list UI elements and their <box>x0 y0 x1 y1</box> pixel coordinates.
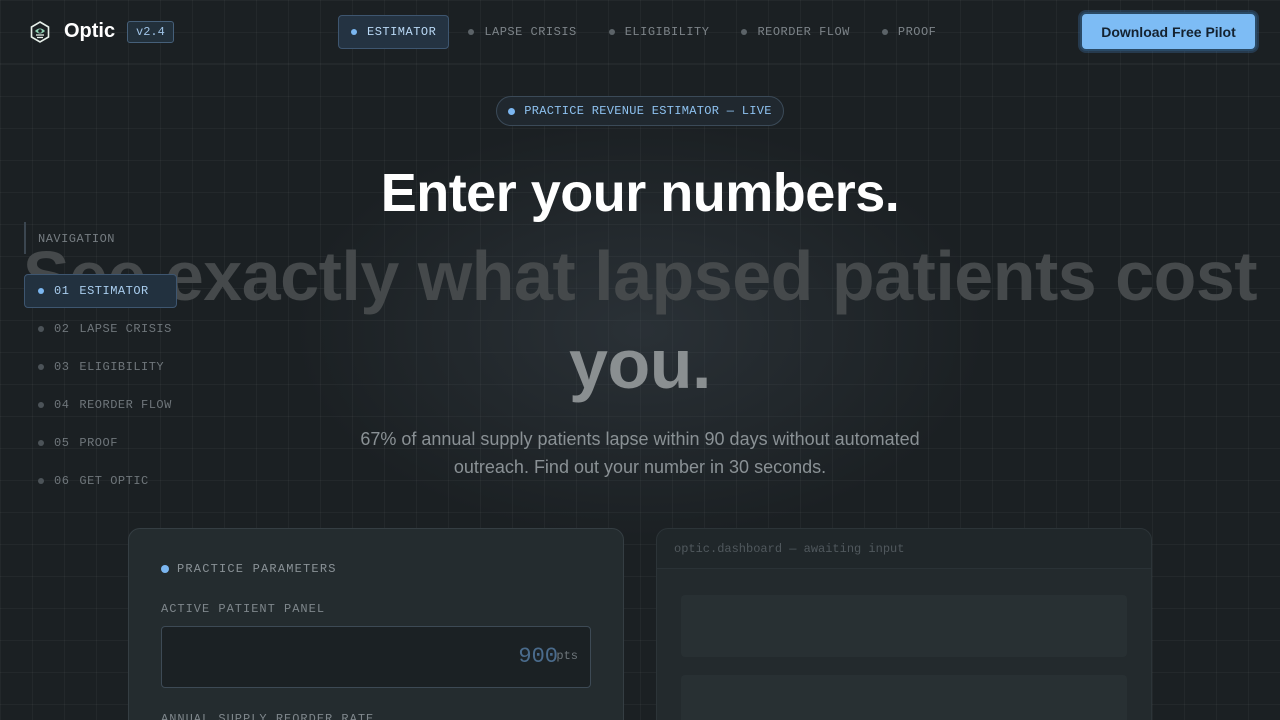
dot-icon <box>608 29 615 35</box>
sidebar-item-proof[interactable]: 05 PROOF <box>24 426 177 460</box>
dashboard-body <box>657 569 1151 720</box>
sidebar-item-number: 01 <box>54 284 70 298</box>
top-nav-reorder-flow[interactable]: REORDER FLOW <box>728 15 862 49</box>
hero-description: 67% of annual supply patients lapse with… <box>360 429 920 477</box>
optic-logo-icon[interactable] <box>28 20 52 44</box>
brand-name[interactable]: Optic <box>64 20 115 43</box>
practice-parameters-card: PRACTICE PARAMETERS ACTIVE PATIENT PANEL… <box>128 528 624 720</box>
sidebar-item-label: ELIGIBILITY <box>79 360 165 374</box>
sidebar-item-label: PROOF <box>79 436 118 450</box>
top-nav-label: ELIGIBILITY <box>624 25 710 39</box>
sidebar-item-label: LAPSE CRISIS <box>79 322 172 336</box>
sidebar-item-label: GET OPTIC <box>79 474 149 488</box>
dot-icon <box>881 29 888 35</box>
dot-icon <box>38 478 44 484</box>
sidebar-item-number: 04 <box>54 398 70 412</box>
dashboard-preview-card: optic.dashboard — awaiting input <box>656 528 1152 720</box>
patient-panel-unit: pts <box>556 649 578 663</box>
side-nav-links: 01 ESTIMATOR 02 LAPSE CRISIS 03 ELIGIBIL… <box>24 274 180 498</box>
sidebar-item-estimator[interactable]: 01 ESTIMATOR <box>24 274 177 308</box>
sidebar-item-eligibility[interactable]: 03 ELIGIBILITY <box>24 350 177 384</box>
patient-panel-value[interactable]: 900 <box>518 644 558 669</box>
top-nav-label: REORDER FLOW <box>757 25 850 39</box>
skeleton-placeholder <box>681 675 1127 720</box>
sidebar-item-number: 03 <box>54 360 70 374</box>
card-title-label: PRACTICE PARAMETERS <box>177 562 337 576</box>
top-nav-lapse-crisis[interactable]: LAPSE CRISIS <box>455 15 589 49</box>
subheadline-main: See exactly what lapsed patients cost <box>22 237 1258 315</box>
download-pilot-button[interactable]: Download Free Pilot <box>1080 12 1257 51</box>
top-nav-label: LAPSE CRISIS <box>484 25 577 39</box>
active-dot-icon <box>38 288 44 294</box>
side-navigation: NAVIGATION 01 ESTIMATOR 02 LAPSE CRISIS … <box>24 222 180 502</box>
dot-icon <box>741 29 748 35</box>
sidebar-item-get-optic[interactable]: 06 GET OPTIC <box>24 464 177 498</box>
sidebar-item-lapse-crisis[interactable]: 02 LAPSE CRISIS <box>24 312 177 346</box>
active-dot-icon <box>351 29 357 35</box>
sidebar-item-reorder-flow[interactable]: 04 REORDER FLOW <box>24 388 177 422</box>
dashboard-titlebar: optic.dashboard — awaiting input <box>657 529 1151 569</box>
top-nav: ESTIMATOR LAPSE CRISIS ELIGIBILITY REORD… <box>338 15 955 49</box>
card-title: PRACTICE PARAMETERS <box>161 562 337 576</box>
estimator-status-pill: PRACTICE REVENUE ESTIMATOR — LIVE <box>496 96 784 126</box>
dot-icon <box>38 326 44 332</box>
version-badge: v2.4 <box>127 21 174 43</box>
hero-subheadline: See exactly what lapsed patients cost yo… <box>0 232 1280 408</box>
reorder-rate-label: ANNUAL SUPPLY REORDER RATE <box>161 712 375 720</box>
dot-icon <box>468 29 475 35</box>
dot-icon <box>38 402 44 408</box>
sidebar-item-number: 02 <box>54 322 70 336</box>
top-bar: Optic v2.4 ESTIMATOR LAPSE CRISIS ELIGIB… <box>0 0 1280 64</box>
patient-panel-input[interactable]: 900 pts <box>161 626 591 688</box>
sidebar-item-label: ESTIMATOR <box>79 284 149 298</box>
dot-icon <box>38 364 44 370</box>
skeleton-placeholder <box>681 595 1127 657</box>
top-nav-label: PROOF <box>897 25 937 39</box>
top-nav-estimator[interactable]: ESTIMATOR <box>338 15 450 49</box>
hero-headline: Enter your numbers. <box>380 163 900 223</box>
side-nav-heading: NAVIGATION <box>24 222 180 254</box>
sidebar-item-number: 06 <box>54 474 70 488</box>
pill-label: PRACTICE REVENUE ESTIMATOR — LIVE <box>524 104 772 118</box>
top-nav-label: ESTIMATOR <box>367 25 437 39</box>
live-dot-icon <box>508 107 516 115</box>
status-dot-icon <box>161 565 169 573</box>
sidebar-item-number: 05 <box>54 436 70 450</box>
dot-icon <box>38 440 44 446</box>
subheadline-highlight: you. <box>569 325 711 403</box>
patient-panel-label: ACTIVE PATIENT PANEL <box>161 602 326 616</box>
top-nav-eligibility[interactable]: ELIGIBILITY <box>596 15 723 49</box>
top-nav-proof[interactable]: PROOF <box>869 15 950 49</box>
sidebar-item-label: REORDER FLOW <box>79 398 172 412</box>
